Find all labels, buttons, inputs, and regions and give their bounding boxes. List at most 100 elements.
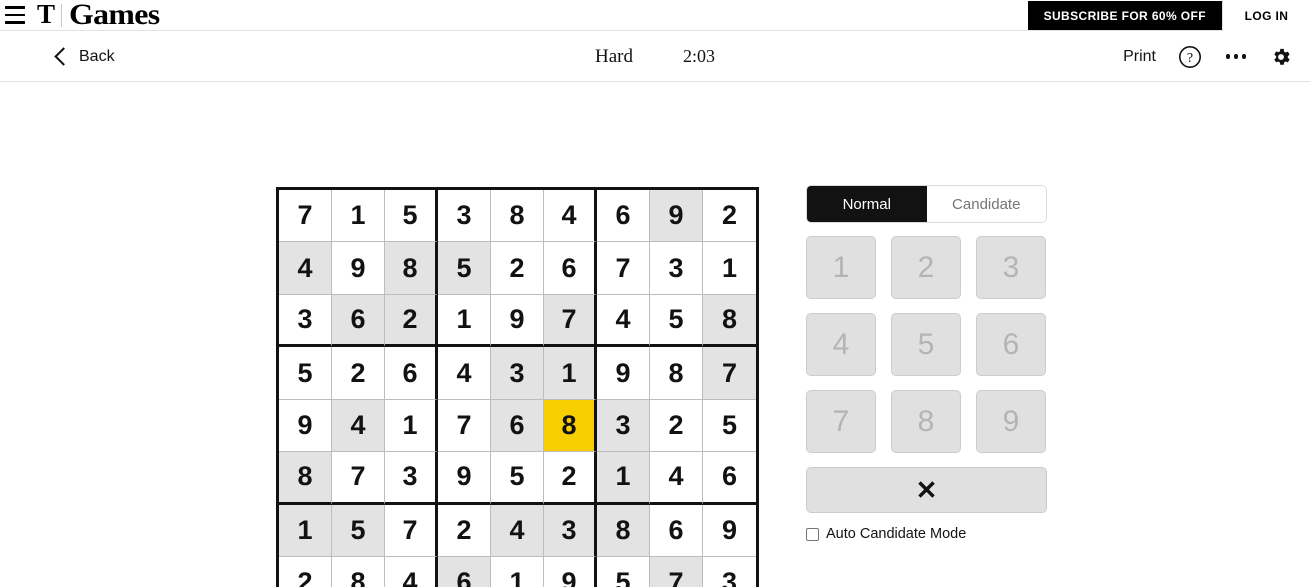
sudoku-cell-r7c8[interactable]: 6 <box>650 504 703 558</box>
sudoku-cell-r1c3[interactable]: 5 <box>385 190 438 243</box>
sudoku-cell-r4c7[interactable]: 9 <box>597 347 650 400</box>
sudoku-cell-r5c2[interactable]: 4 <box>332 399 385 453</box>
sudoku-cell-r7c1[interactable]: 1 <box>279 504 332 558</box>
sudoku-cell-r1c7[interactable]: 6 <box>597 190 650 243</box>
numpad-key-3[interactable]: 3 <box>976 236 1046 299</box>
sudoku-cell-r2c8[interactable]: 3 <box>650 242 703 295</box>
sudoku-cell-r4c3[interactable]: 6 <box>385 347 438 400</box>
print-button[interactable]: Print <box>1123 48 1156 66</box>
sudoku-cell-r6c9[interactable]: 6 <box>703 452 756 505</box>
sudoku-cell-r2c9[interactable]: 1 <box>703 242 756 295</box>
sudoku-cell-r5c6[interactable]: 8 <box>544 399 597 453</box>
sudoku-cell-r7c2[interactable]: 5 <box>332 504 385 558</box>
sudoku-cell-r6c1[interactable]: 8 <box>279 452 332 505</box>
numpad-key-1[interactable]: 1 <box>806 236 876 299</box>
sudoku-cell-r5c1[interactable]: 9 <box>279 399 332 453</box>
sudoku-cell-r7c3[interactable]: 7 <box>385 504 438 558</box>
sudoku-cell-r8c7[interactable]: 5 <box>597 557 650 587</box>
numpad-key-6[interactable]: 6 <box>976 313 1046 376</box>
sudoku-cell-r3c9[interactable]: 8 <box>703 294 756 348</box>
sudoku-cell-r4c8[interactable]: 8 <box>650 347 703 400</box>
sudoku-cell-r8c2[interactable]: 8 <box>332 557 385 587</box>
sudoku-cell-r7c4[interactable]: 2 <box>438 504 491 558</box>
sudoku-cell-r2c4[interactable]: 5 <box>438 242 491 295</box>
sudoku-cell-r3c7[interactable]: 4 <box>597 294 650 348</box>
sudoku-cell-r8c9[interactable]: 3 <box>703 557 756 587</box>
sudoku-cell-r5c4[interactable]: 7 <box>438 399 491 453</box>
game-toolbar: Back Hard 2:03 Print ? <box>0 31 1310 82</box>
login-button[interactable]: LOG IN <box>1222 0 1310 31</box>
game-stage: 7153846924985267313621974585264319879417… <box>0 82 1310 587</box>
mode-toggle: Normal Candidate <box>806 185 1047 223</box>
sudoku-cell-r5c8[interactable]: 2 <box>650 399 703 453</box>
sudoku-cell-r4c9[interactable]: 7 <box>703 347 756 400</box>
erase-button[interactable]: ✕ <box>806 467 1047 513</box>
sudoku-cell-r1c6[interactable]: 4 <box>544 190 597 243</box>
sudoku-cell-r6c7[interactable]: 1 <box>597 452 650 505</box>
sudoku-cell-r8c4[interactable]: 6 <box>438 557 491 587</box>
numpad-key-2[interactable]: 2 <box>891 236 961 299</box>
sudoku-cell-r6c8[interactable]: 4 <box>650 452 703 505</box>
sudoku-cell-r8c3[interactable]: 4 <box>385 557 438 587</box>
gear-icon[interactable] <box>1270 46 1292 68</box>
sudoku-cell-r3c4[interactable]: 1 <box>438 294 491 348</box>
sudoku-cell-r3c6[interactable]: 7 <box>544 294 597 348</box>
sudoku-cell-r8c1[interactable]: 2 <box>279 557 332 587</box>
auto-candidate-mode-row[interactable]: Auto Candidate Mode <box>806 526 1047 542</box>
sudoku-cell-r1c8[interactable]: 9 <box>650 190 703 243</box>
sudoku-cell-r1c9[interactable]: 2 <box>703 190 756 243</box>
sudoku-cell-r2c7[interactable]: 7 <box>597 242 650 295</box>
auto-candidate-checkbox[interactable] <box>806 527 819 541</box>
sudoku-cell-r5c5[interactable]: 6 <box>491 399 544 453</box>
sudoku-board[interactable]: 7153846924985267313621974585264319879417… <box>276 187 759 587</box>
sudoku-cell-r2c1[interactable]: 4 <box>279 242 332 295</box>
tab-normal-mode[interactable]: Normal <box>807 186 927 222</box>
sudoku-cell-r1c2[interactable]: 1 <box>332 190 385 243</box>
sudoku-cell-r3c1[interactable]: 3 <box>279 294 332 348</box>
sudoku-cell-r6c6[interactable]: 2 <box>544 452 597 505</box>
sudoku-cell-r8c6[interactable]: 9 <box>544 557 597 587</box>
sudoku-cell-r2c5[interactable]: 2 <box>491 242 544 295</box>
sudoku-cell-r3c3[interactable]: 2 <box>385 294 438 348</box>
sudoku-cell-r2c2[interactable]: 9 <box>332 242 385 295</box>
sudoku-cell-r1c5[interactable]: 8 <box>491 190 544 243</box>
sudoku-cell-r6c3[interactable]: 3 <box>385 452 438 505</box>
sudoku-cell-r3c2[interactable]: 6 <box>332 294 385 348</box>
hamburger-icon[interactable] <box>3 4 27 26</box>
sudoku-cell-r3c8[interactable]: 5 <box>650 294 703 348</box>
numpad-key-7[interactable]: 7 <box>806 390 876 453</box>
numpad-key-8[interactable]: 8 <box>891 390 961 453</box>
sudoku-cell-r4c2[interactable]: 2 <box>332 347 385 400</box>
sudoku-cell-r4c1[interactable]: 5 <box>279 347 332 400</box>
back-button[interactable]: Back <box>54 31 115 82</box>
sudoku-cell-r4c4[interactable]: 4 <box>438 347 491 400</box>
sudoku-cell-r7c5[interactable]: 4 <box>491 504 544 558</box>
sudoku-cell-r6c5[interactable]: 5 <box>491 452 544 505</box>
sudoku-cell-r8c8[interactable]: 7 <box>650 557 703 587</box>
sudoku-cell-r2c3[interactable]: 8 <box>385 242 438 295</box>
sudoku-cell-r7c9[interactable]: 9 <box>703 504 756 558</box>
sudoku-cell-r5c3[interactable]: 1 <box>385 399 438 453</box>
sudoku-cell-r7c6[interactable]: 3 <box>544 504 597 558</box>
sudoku-cell-r4c6[interactable]: 1 <box>544 347 597 400</box>
sudoku-cell-r6c2[interactable]: 7 <box>332 452 385 505</box>
brand-lockup[interactable]: T Games <box>37 0 160 31</box>
numpad-key-5[interactable]: 5 <box>891 313 961 376</box>
sudoku-cell-r4c5[interactable]: 3 <box>491 347 544 400</box>
sudoku-cell-r5c9[interactable]: 5 <box>703 399 756 453</box>
question-circle-icon[interactable]: ? <box>1178 45 1202 69</box>
chevron-left-icon <box>54 47 73 66</box>
ellipsis-icon[interactable] <box>1224 48 1248 66</box>
sudoku-cell-r3c5[interactable]: 9 <box>491 294 544 348</box>
sudoku-cell-r5c7[interactable]: 3 <box>597 399 650 453</box>
sudoku-cell-r8c5[interactable]: 1 <box>491 557 544 587</box>
sudoku-cell-r6c4[interactable]: 9 <box>438 452 491 505</box>
sudoku-cell-r1c1[interactable]: 7 <box>279 190 332 243</box>
sudoku-cell-r7c7[interactable]: 8 <box>597 504 650 558</box>
tab-candidate-mode[interactable]: Candidate <box>926 186 1046 222</box>
sudoku-cell-r1c4[interactable]: 3 <box>438 190 491 243</box>
numpad-key-9[interactable]: 9 <box>976 390 1046 453</box>
numpad-key-4[interactable]: 4 <box>806 313 876 376</box>
subscribe-button[interactable]: SUBSCRIBE FOR 60% OFF <box>1027 1 1222 30</box>
sudoku-cell-r2c6[interactable]: 6 <box>544 242 597 295</box>
